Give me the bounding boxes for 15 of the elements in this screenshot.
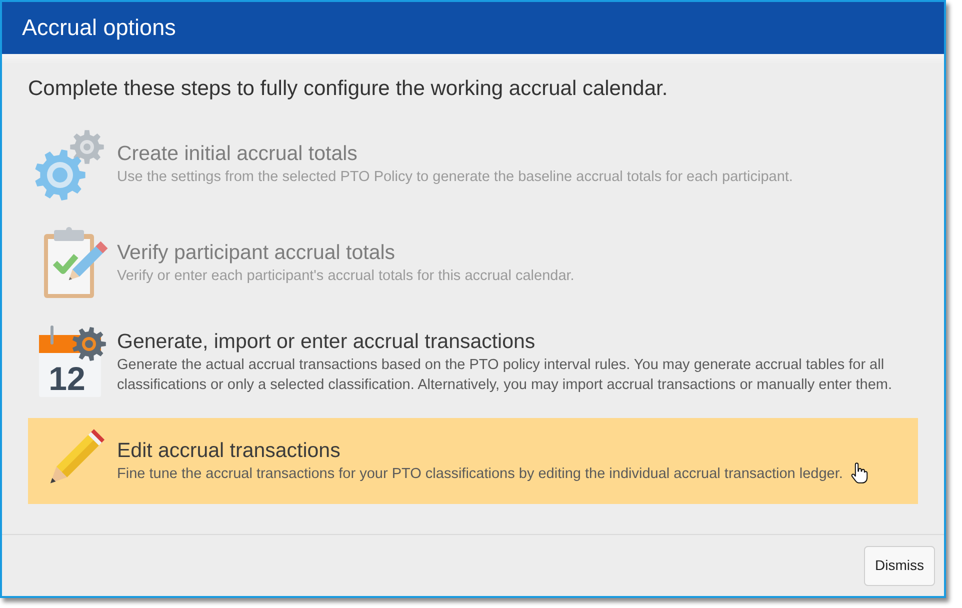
intro-text: Complete these steps to fully configure the working accrual calendar.	[28, 76, 669, 102]
step-description: Use the settings from the selected PTO Policy to generate the baseline accrual totals for each participant.	[117, 168, 793, 187]
dismiss-button[interactable]: Dismiss	[864, 546, 935, 586]
step-title: Create initial accrual totals	[117, 141, 358, 167]
step-description: Verify or enter each participant's accrual totals for this accrual calendar.	[117, 267, 574, 286]
step-title: Verify participant accrual totals	[117, 240, 396, 266]
calendar-day: 12	[48, 360, 86, 397]
hand-cursor-icon	[850, 461, 868, 485]
gear-icon	[72, 327, 106, 361]
step-description: Fine tune the accrual transactions for your PTO classifications by editing the individual accrual transaction ledger.	[117, 465, 843, 484]
step-option[interactable]: Edit accrual transactions Fine tune the accrual transactions for your PTO classifications by editing the individual accrual transaction ledger.	[28, 418, 918, 504]
step-description: Generate the actual accrual transactions based on the PTO policy interval rules. You may generate accrual tables for all classifications or only a selected classification. Alternatively, you may import accrual transactions or manually enter them.	[117, 356, 894, 395]
dialog-title: Accrual options	[22, 14, 176, 42]
step-title: Generate, import or enter accrual transactions	[117, 329, 536, 355]
step-title: Edit accrual transactions	[117, 438, 342, 464]
